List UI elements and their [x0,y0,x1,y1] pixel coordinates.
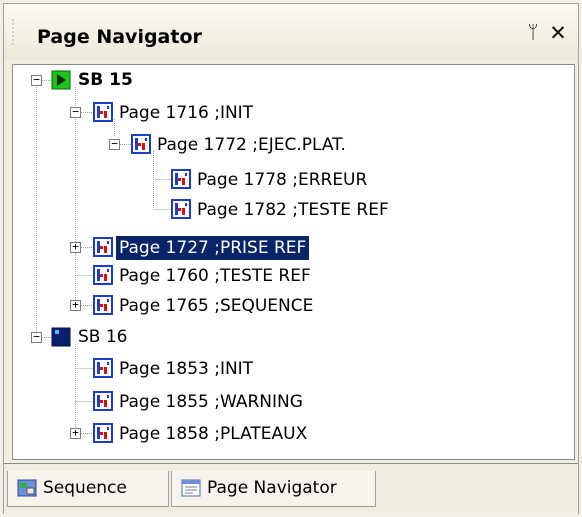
collapse-sb15-toggle[interactable]: − [31,74,42,86]
expand-page-1727-toggle[interactable]: + [70,241,81,253]
tree-node-label: Page 1853 ;INIT [119,359,254,379]
tree-node-label: SB 16 [78,327,128,347]
tree-node-page-1760[interactable]: Page 1760 ;TESTE REF [116,262,314,290]
tree-node-page-1782[interactable]: Page 1782 ;TESTE REF [194,196,392,224]
tree-node-page-1765[interactable]: Page 1765 ;SEQUENCE [116,292,316,320]
tree-node-label: Page 1765 ;SEQUENCE [119,296,314,316]
sb-stopped-icon [51,327,71,347]
tree-node-label: Page 1716 ;INIT [119,103,254,123]
page-icon [93,423,113,443]
tree-node-label: Page 1772 ;EJEC.PLAT. [157,135,346,155]
page-icon [93,265,113,285]
tree-node-page-1853[interactable]: Page 1853 ;INIT [116,355,256,383]
tree-node-page-1858[interactable]: Page 1858 ;PLATEAUX [116,420,310,448]
tab-strip: Sequence Page Navigator [4,463,578,514]
page-icon [93,102,113,122]
tree-node-label: Page 1778 ;ERREUR [197,170,368,190]
tree-node-page-1727[interactable]: Page 1727 ;PRISE REF [116,234,310,262]
tree-node-label: Page 1782 ;TESTE REF [197,200,389,220]
panel-title: Page Navigator [37,26,202,48]
page-icon [93,295,113,315]
page-icon [131,134,151,154]
pin-icon[interactable]: ᛘ [523,22,543,44]
tab-sequence[interactable]: Sequence [7,471,169,507]
sb-running-icon [51,70,71,90]
tab-label: Page Navigator [207,478,337,498]
expand-page-1858-toggle[interactable]: + [70,427,81,439]
expand-page-1765-toggle[interactable]: + [70,299,81,311]
tree-node-label: Page 1858 ;PLATEAUX [119,424,308,444]
page-icon [171,199,191,219]
page-icon [93,391,113,411]
collapse-page-1716-toggle[interactable]: − [70,106,81,118]
tree-node-label: Page 1855 ;WARNING [119,392,303,412]
tab-page-navigator[interactable]: Page Navigator [171,471,376,507]
page-icon [171,169,191,189]
page-navigator-icon [181,479,201,497]
tree-node-sb15[interactable]: SB 15 [75,66,136,94]
page-icon [93,237,113,257]
panel-titlebar: Page Navigator ᛘ ✕ [4,4,578,60]
page-tree[interactable]: − − − + + − + SB 15 Page 1716 ;INIT Page… [12,64,575,460]
tree-node-page-1855[interactable]: Page 1855 ;WARNING [116,388,306,416]
tree-node-page-1778[interactable]: Page 1778 ;ERREUR [194,166,370,194]
page-icon [93,358,113,378]
sequence-icon [17,479,37,497]
tab-label: Sequence [43,478,127,498]
tree-node-label: Page 1727 ;PRISE REF [116,236,310,260]
close-icon[interactable]: ✕ [548,22,568,44]
tree-node-label: Page 1760 ;TESTE REF [119,266,311,286]
tree-node-page-1716[interactable]: Page 1716 ;INIT [116,99,256,127]
tree-node-page-1772[interactable]: Page 1772 ;EJEC.PLAT. [154,131,349,159]
collapse-sb16-toggle[interactable]: − [31,331,42,343]
collapse-page-1772-toggle[interactable]: − [109,138,120,150]
page-navigator-panel: Page Navigator ᛘ ✕ − − − + + − + SB 15 P… [3,3,579,514]
drag-grip[interactable] [12,18,14,46]
tree-node-label: SB 15 [78,70,133,90]
tree-node-sb16[interactable]: SB 16 [75,323,131,351]
